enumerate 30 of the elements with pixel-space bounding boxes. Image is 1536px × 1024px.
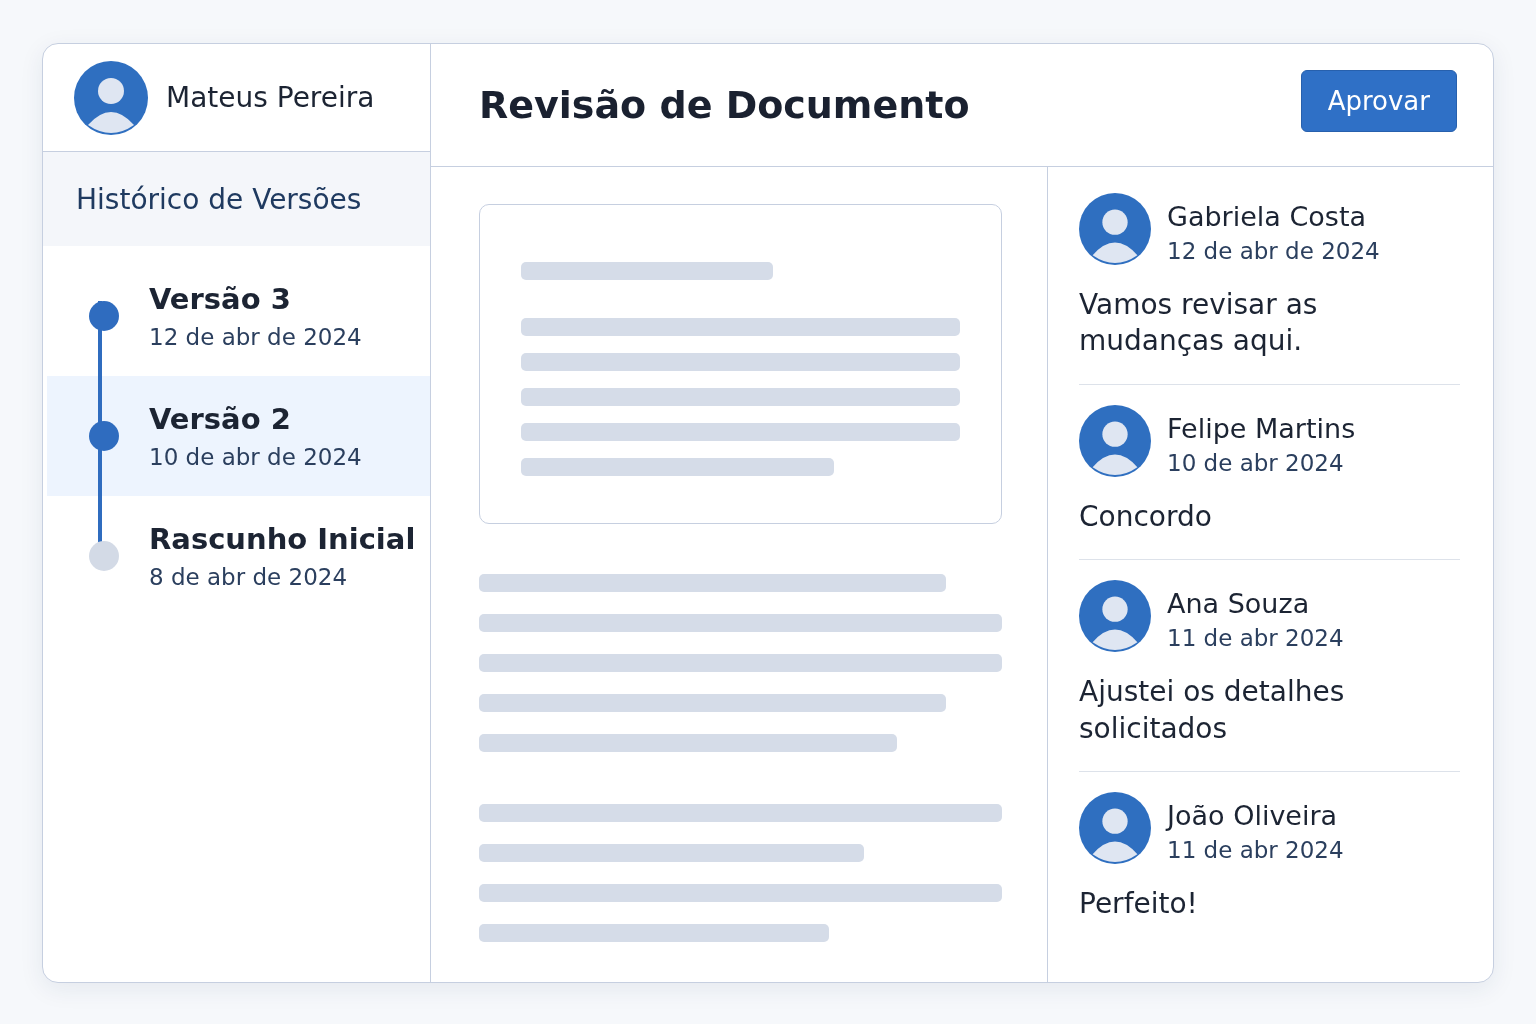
comment-author: Felipe Martins (1167, 412, 1356, 444)
version-date: 8 de abr de 2024 (149, 564, 349, 590)
section-title: Histórico de Versões (43, 152, 430, 246)
comment-author: Ana Souza (1167, 588, 1311, 620)
user-name: Mateus Pereira (166, 81, 375, 114)
approve-button[interactable]: Aprovar (1300, 70, 1457, 132)
comment-date: 11 de abr 2024 (1167, 625, 1344, 652)
comment-date: 12 de abr de 2024 (1167, 238, 1380, 264)
comment-text: Concordo (1079, 498, 1213, 535)
version-item[interactable]: Versão 2 10 de abr de 2024 (47, 376, 430, 496)
version-name: Rascunho Inicial (149, 522, 416, 556)
comment-date: 11 de abr 2024 (1167, 836, 1344, 863)
version-item[interactable]: Rascunho Inicial 8 de abr de 2024 (47, 496, 430, 616)
avatar-icon (1079, 404, 1151, 477)
comment-author: João Oliveira (1167, 799, 1339, 831)
avatar-icon (1079, 791, 1151, 864)
version-item[interactable]: Versão 3 12 de abr de 2024 (47, 256, 430, 376)
avatar-icon (74, 60, 148, 135)
version-date: 12 de abr de 2024 (149, 324, 362, 350)
comment-text: Ajustei os detalhes solicitados (1079, 674, 1346, 747)
page-title: Revisão de Documento (479, 83, 970, 127)
comment-date: 10 de abr 2024 (1167, 449, 1345, 476)
version-name: Versão 3 (149, 282, 292, 316)
avatar-icon (1079, 193, 1151, 265)
version-name: Versão 2 (149, 402, 292, 436)
comment-text: Perfeito! (1079, 885, 1199, 922)
version-date: 10 de abr de 2024 (149, 444, 362, 470)
avatar-icon (1079, 580, 1151, 653)
comment-text: Vamos revisar as mudanças aqui. (1079, 287, 1319, 360)
comment-author: Gabriela Costa (1167, 201, 1368, 232)
